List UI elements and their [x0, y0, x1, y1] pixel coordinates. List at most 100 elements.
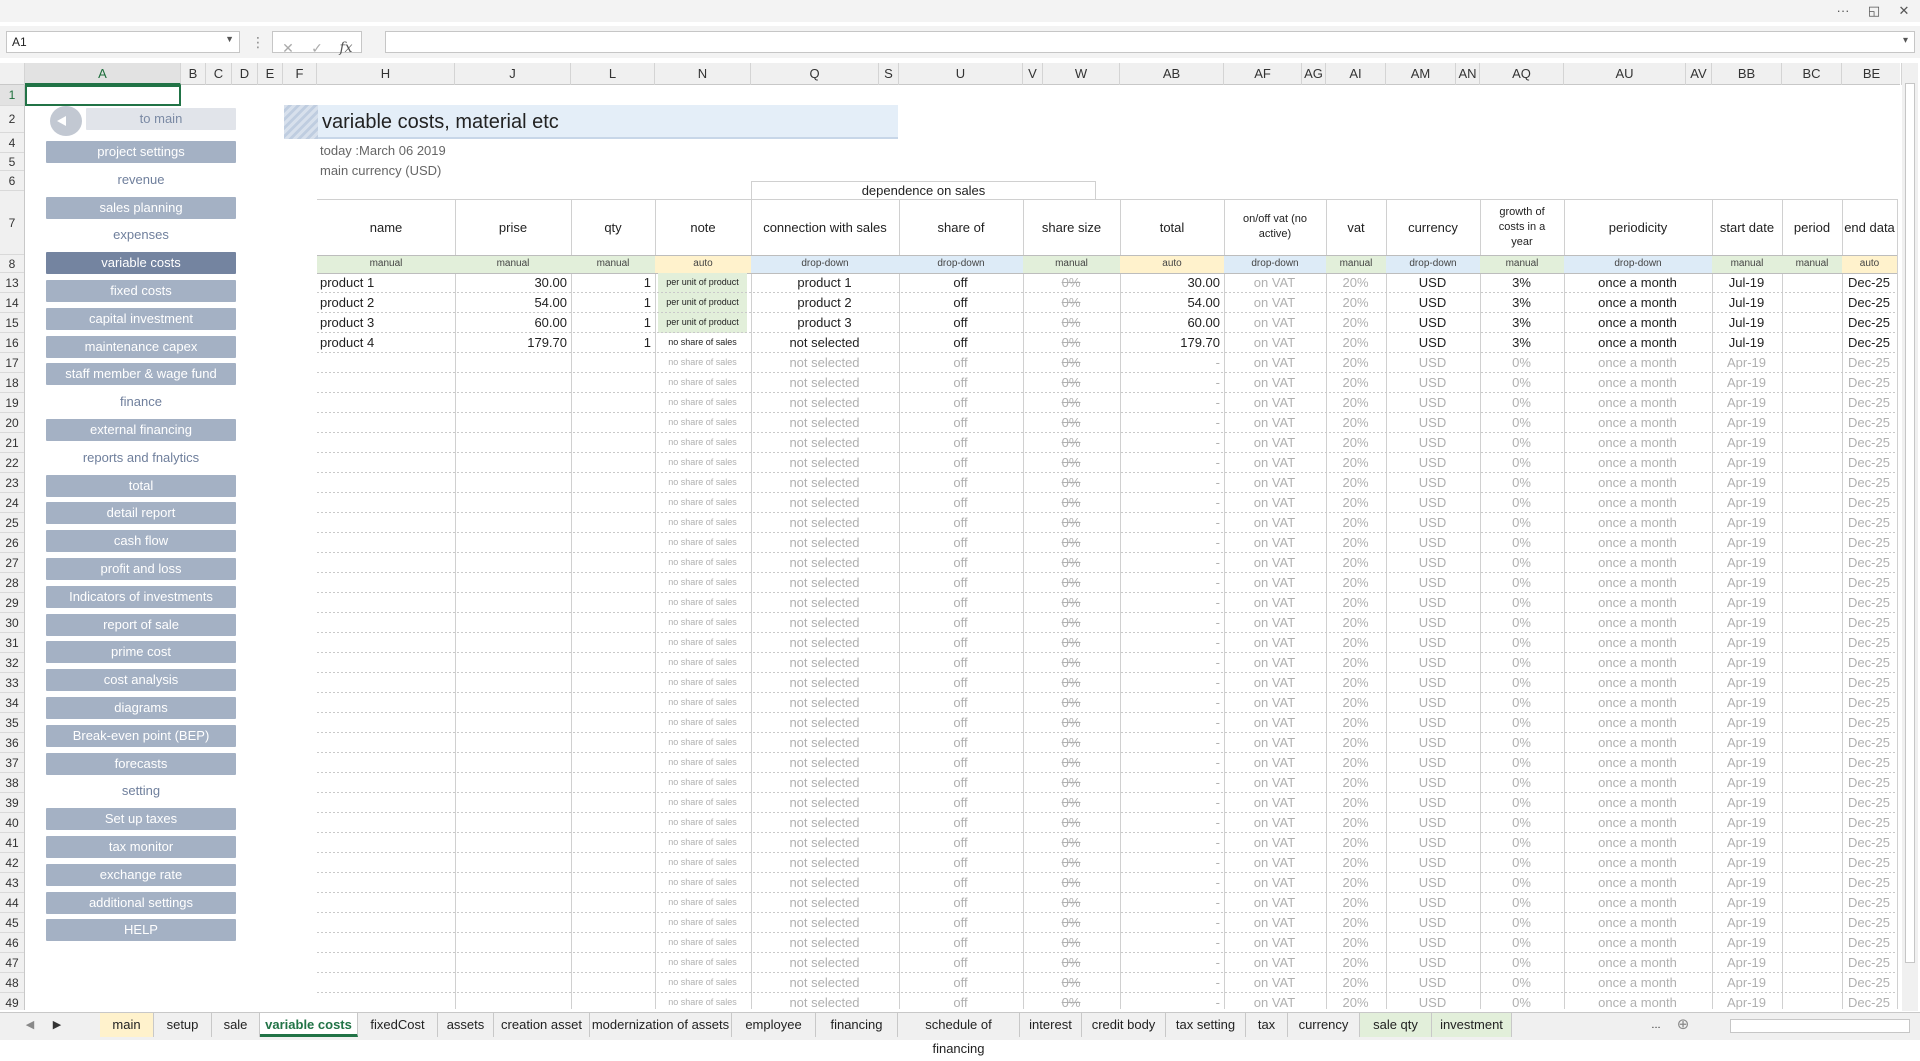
cell-start[interactable]: Apr-19 [1715, 833, 1778, 853]
vertical-scrollbar[interactable] [1902, 63, 1918, 1011]
cell-end[interactable]: Dec-25 [1845, 733, 1893, 753]
cell-note[interactable]: no share of sales [658, 373, 747, 393]
cell-name[interactable] [320, 913, 451, 933]
column-header[interactable]: W [1043, 63, 1120, 85]
cell-share-size[interactable]: 0% [1026, 873, 1116, 893]
cell-qty[interactable] [574, 573, 651, 593]
row-header[interactable]: 5 [0, 153, 24, 171]
restore-window-icon[interactable]: ◱ [1864, 2, 1884, 20]
cell-share-size[interactable]: 0% [1026, 353, 1116, 373]
cell-qty[interactable] [574, 893, 651, 913]
cell-end[interactable]: Dec-25 [1845, 713, 1893, 733]
row-header[interactable]: 22 [0, 453, 24, 473]
cell-end[interactable]: Dec-25 [1845, 913, 1893, 933]
cell-currency[interactable]: USD [1389, 933, 1476, 953]
cell-period[interactable] [1785, 453, 1838, 473]
cell-growth[interactable]: 3% [1483, 293, 1560, 313]
cell-period[interactable] [1785, 833, 1838, 853]
menu-button-capital-investment[interactable]: capital investment [46, 307, 236, 330]
cell-total[interactable]: - [1123, 933, 1220, 953]
cell-period[interactable] [1785, 913, 1838, 933]
cell-periodicity[interactable]: once a month [1567, 433, 1708, 453]
cell-growth[interactable]: 0% [1483, 633, 1560, 653]
cell-end[interactable]: Dec-25 [1845, 933, 1893, 953]
cell-share-size[interactable]: 0% [1026, 633, 1116, 653]
cell-note[interactable]: per unit of product [658, 313, 747, 333]
back-arrow-icon[interactable] [50, 106, 82, 136]
cell-name[interactable] [320, 853, 451, 873]
cell-prise[interactable] [458, 973, 567, 993]
cell-periodicity[interactable]: once a month [1567, 393, 1708, 413]
cell-note[interactable]: no share of sales [658, 553, 747, 573]
row-header[interactable]: 23 [0, 473, 24, 493]
cell-prise[interactable] [458, 553, 567, 573]
cell-connection[interactable]: not selected [754, 593, 895, 613]
cell-vat-onoff[interactable]: on VAT [1227, 413, 1322, 433]
cell-end[interactable]: Dec-25 [1845, 313, 1893, 333]
cell-connection[interactable]: not selected [754, 933, 895, 953]
cell-periodicity[interactable]: once a month [1567, 333, 1708, 353]
cell-connection[interactable]: not selected [754, 493, 895, 513]
cell-name[interactable] [320, 413, 451, 433]
cell-prise[interactable] [458, 513, 567, 533]
cell-end[interactable]: Dec-25 [1845, 633, 1893, 653]
row-header[interactable]: 47 [0, 953, 24, 973]
column-header[interactable]: AV [1686, 63, 1712, 85]
cell-qty[interactable] [574, 493, 651, 513]
cell-periodicity[interactable]: once a month [1567, 813, 1708, 833]
cell-total[interactable]: - [1123, 433, 1220, 453]
cell-prise[interactable] [458, 393, 567, 413]
cell-growth[interactable]: 3% [1483, 273, 1560, 293]
cell-currency[interactable]: USD [1389, 873, 1476, 893]
cell-total[interactable]: - [1123, 573, 1220, 593]
cell-name[interactable] [320, 653, 451, 673]
menu-button-cash-flow[interactable]: cash flow [46, 530, 236, 553]
cell-periodicity[interactable]: once a month [1567, 413, 1708, 433]
cell-note[interactable]: no share of sales [658, 573, 747, 593]
cell-period[interactable] [1785, 793, 1838, 813]
cell-end[interactable]: Dec-25 [1845, 773, 1893, 793]
cell-vat[interactable]: 20% [1329, 273, 1382, 293]
cell-start[interactable]: Apr-19 [1715, 353, 1778, 373]
cell-currency[interactable]: USD [1389, 553, 1476, 573]
cell-growth[interactable]: 0% [1483, 893, 1560, 913]
cell-share-size[interactable]: 0% [1026, 973, 1116, 993]
cell-total[interactable]: - [1123, 913, 1220, 933]
cell-period[interactable] [1785, 573, 1838, 593]
column-header[interactable]: BE [1842, 63, 1902, 85]
cell-connection[interactable]: not selected [754, 633, 895, 653]
menu-button-staff-member-wage-fund[interactable]: staff member & wage fund [46, 363, 236, 386]
cell-prise[interactable] [458, 693, 567, 713]
cell-share-of[interactable]: off [902, 633, 1019, 653]
cell-connection[interactable]: not selected [754, 853, 895, 873]
cell-start[interactable]: Jul-19 [1715, 333, 1778, 353]
tab-creation-asset[interactable]: creation asset [494, 1013, 590, 1037]
tab-next-icon[interactable]: ▶ [47, 1013, 67, 1037]
cell-total[interactable]: - [1123, 873, 1220, 893]
cell-vat-onoff[interactable]: on VAT [1227, 773, 1322, 793]
column-header[interactable]: L [571, 63, 655, 85]
cell-name[interactable]: product 4 [320, 333, 451, 353]
cell-currency[interactable]: USD [1389, 293, 1476, 313]
cell-share-size[interactable]: 0% [1026, 813, 1116, 833]
cancel-icon[interactable]: ✕ [274, 37, 302, 59]
row-header[interactable]: 30 [0, 613, 24, 633]
cell-currency[interactable]: USD [1389, 353, 1476, 373]
cell-total[interactable]: - [1123, 853, 1220, 873]
menu-button-sales-planning[interactable]: sales planning [46, 196, 236, 219]
cell-note[interactable]: no share of sales [658, 493, 747, 513]
cell-name[interactable] [320, 513, 451, 533]
cell-vat[interactable]: 20% [1329, 633, 1382, 653]
cell-growth[interactable]: 0% [1483, 493, 1560, 513]
cell-name[interactable] [320, 593, 451, 613]
cell-name[interactable] [320, 673, 451, 693]
cell-vat-onoff[interactable]: on VAT [1227, 953, 1322, 973]
cell-period[interactable] [1785, 393, 1838, 413]
cell-period[interactable] [1785, 813, 1838, 833]
row-header[interactable]: 35 [0, 713, 24, 733]
cell-end[interactable]: Dec-25 [1845, 553, 1893, 573]
row-header[interactable]: 21 [0, 433, 24, 453]
column-header[interactable]: AN [1456, 63, 1480, 85]
cell-name[interactable] [320, 753, 451, 773]
cell-period[interactable] [1785, 333, 1838, 353]
